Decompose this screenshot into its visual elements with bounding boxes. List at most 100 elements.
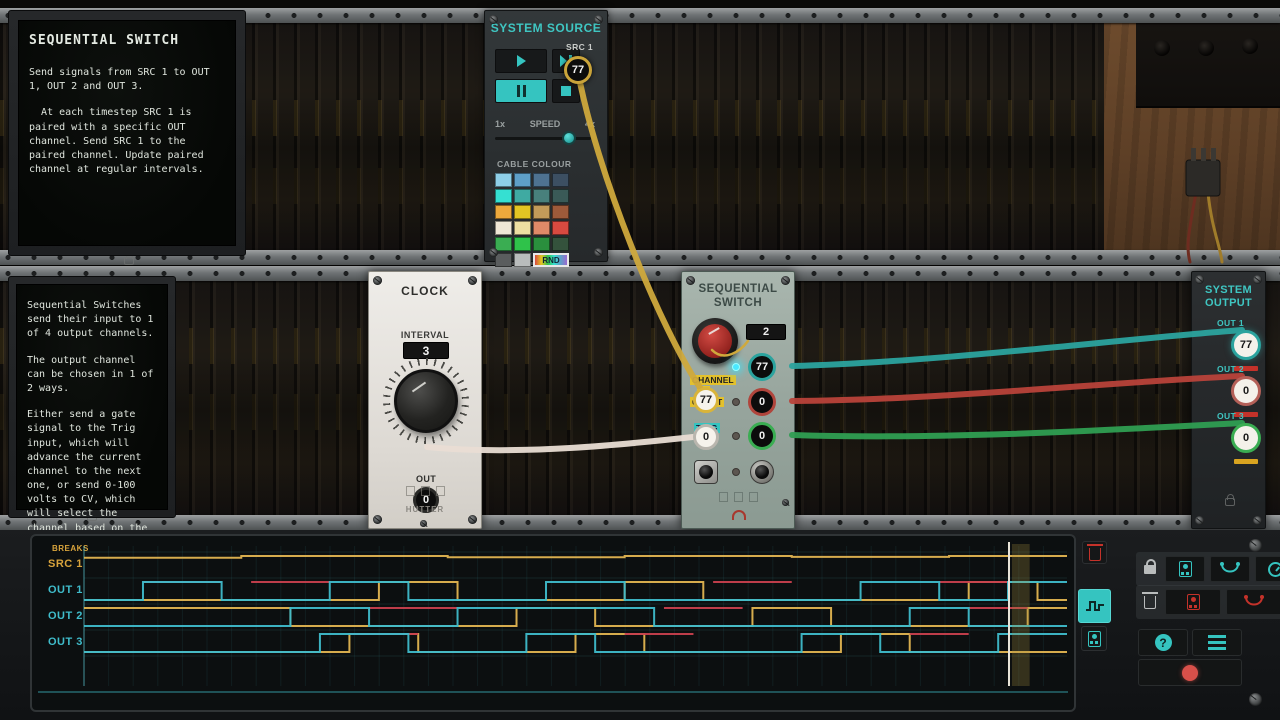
stop-icon [561, 86, 571, 96]
interval-display: 3 [403, 342, 449, 359]
speed-slider[interactable] [495, 131, 591, 145]
src1-port[interactable]: 77 [564, 56, 592, 84]
puzzle-title: SEQUENTIAL SWITCH [29, 33, 180, 48]
cable-colour-swatch[interactable] [514, 205, 531, 219]
play-button[interactable] [495, 49, 547, 73]
module-lock-icon[interactable] [718, 492, 728, 502]
rack-vents [0, 328, 1280, 364]
seq-out2-port[interactable]: 0 [748, 388, 776, 416]
hint-paragraph: Either send a gate signal to the Trig in… [27, 409, 148, 548]
clock-module[interactable]: CLOCK INTERVAL 3 OUT 0 HUTTER [368, 271, 482, 529]
channel-count-knob[interactable] [692, 318, 738, 364]
lock-cable-button[interactable] [1210, 556, 1250, 582]
seq-out1-value: 77 [755, 361, 769, 373]
seq-out2-value: 0 [758, 396, 766, 408]
lock-timer-button[interactable] [1255, 556, 1280, 582]
sysout-port-2[interactable]: 0 [1231, 376, 1261, 406]
rack-rail [0, 515, 1280, 530]
cable-colour-swatch[interactable] [533, 205, 550, 219]
module-lock-icon[interactable] [405, 486, 415, 496]
cable-colour-swatch[interactable] [533, 189, 550, 203]
out4-led [732, 468, 740, 476]
brand-label: HUTTER [405, 505, 445, 514]
hint-paragraph: Sequential Switches send their input to … [27, 300, 160, 340]
in-port[interactable]: 77 [693, 387, 719, 413]
cable-colour-swatch[interactable] [552, 189, 569, 203]
system-output-module: SYSTEM OUTPUT OUT 1 77 OUT 2 0 OUT 3 0 [1191, 271, 1266, 529]
cable-colour-swatch[interactable] [495, 253, 512, 267]
puzzle-brief-panel: SEQUENTIAL SWITCH Send signals from SRC … [8, 10, 246, 256]
cable-colour-swatch[interactable] [514, 173, 531, 187]
cable-colour-swatch[interactable] [495, 205, 512, 219]
unlock-icon [1225, 494, 1235, 506]
scope-view-button[interactable] [1078, 589, 1111, 623]
module-view-button[interactable] [1081, 626, 1107, 651]
cable-colour-swatch[interactable] [552, 173, 569, 187]
interval-knob[interactable] [394, 369, 458, 433]
module-delete-icon[interactable] [435, 486, 445, 496]
pause-button[interactable] [495, 79, 547, 103]
src1-port-value: 77 [571, 64, 585, 76]
cable-colour-swatch[interactable] [533, 221, 550, 235]
cv-jack[interactable] [694, 460, 718, 484]
help-icon: ? [1154, 634, 1172, 651]
seq-out1-port[interactable]: 77 [748, 353, 776, 381]
delete-module-button[interactable] [1165, 589, 1221, 615]
clear-scope-button[interactable] [1082, 541, 1107, 564]
module-copy-icon[interactable] [733, 492, 743, 502]
sysout-value-2: 0 [1242, 385, 1250, 397]
cable-colour-swatch[interactable] [514, 253, 531, 267]
pause-icon [516, 85, 526, 97]
cable-colour-swatch[interactable] [514, 189, 531, 203]
rack-rail [0, 266, 1280, 281]
rack-bottom [0, 266, 1280, 530]
out1-label: OUT 1 [1217, 318, 1245, 328]
cable-colour-swatch[interactable] [495, 189, 512, 203]
out3-label: OUT 3 [1217, 411, 1245, 421]
module-icon [1087, 630, 1101, 647]
trash-icon [1086, 543, 1103, 561]
speed-slider-knob[interactable] [562, 131, 576, 145]
sysout-port-3[interactable]: 0 [1231, 423, 1261, 453]
module-icon [1178, 561, 1192, 577]
cable-colour-swatch[interactable] [495, 173, 512, 187]
puzzle-paragraph: At each timestep SRC 1 is paired with a … [29, 107, 210, 176]
cable-colour-swatch[interactable] [533, 173, 550, 187]
timer-icon [1267, 561, 1280, 577]
module-title: SYSTEM OUTPUT [1204, 284, 1253, 310]
cable-colour-random-swatch[interactable]: RND [533, 253, 569, 267]
sysout-value-1: 77 [1239, 339, 1253, 351]
bottom-console: BREAKS SRC 1 OUT 1 OUT 2 OUT 3 ? [0, 530, 1280, 720]
puzzle-brief-screen: SEQUENTIAL SWITCH Send signals from SRC … [18, 20, 236, 246]
brand-logo [732, 510, 746, 520]
cable-colour-swatch[interactable] [495, 221, 512, 235]
trig-port[interactable]: 0 [693, 424, 719, 450]
cable-colour-swatch[interactable] [552, 221, 569, 235]
cable-colour-swatch[interactable] [495, 237, 512, 251]
sequential-switch-module[interactable]: SEQUENTIAL SWITCH 2 CHANNEL COUNT IN 77 … [681, 271, 795, 529]
seq-out3-port[interactable]: 0 [748, 422, 776, 450]
signal-scope[interactable]: BREAKS SRC 1 OUT 1 OUT 2 OUT 3 [30, 534, 1076, 712]
cable-colour-swatch[interactable] [514, 221, 531, 235]
cable-colour-swatch[interactable] [533, 237, 550, 251]
unlock-icon [124, 253, 134, 265]
game-stage: SEQUENTIAL SWITCH Send signals from SRC … [0, 0, 1280, 720]
delete-cable-button[interactable] [1226, 589, 1280, 615]
help-button[interactable]: ? [1138, 629, 1188, 656]
module-delete-icon[interactable] [748, 492, 758, 502]
seq-out4-jack[interactable] [750, 460, 774, 484]
lock-tools-group [1136, 552, 1280, 586]
menu-button[interactable] [1192, 629, 1242, 656]
sysout-indicator-3 [1234, 459, 1258, 464]
record-button[interactable] [1138, 659, 1242, 686]
sysout-port-1[interactable]: 77 [1231, 330, 1261, 360]
cable-colour-swatch[interactable] [514, 237, 531, 251]
cable-colour-swatch[interactable] [552, 237, 569, 251]
cable-icon [1220, 562, 1240, 573]
cable-colour-swatch[interactable] [552, 205, 569, 219]
module-copy-icon[interactable] [420, 486, 430, 496]
lock-icon [1144, 558, 1156, 574]
lock-module-button[interactable] [1165, 556, 1205, 582]
delete-tools-group [1136, 585, 1280, 619]
src1-port-label: SRC 1 [566, 42, 594, 52]
